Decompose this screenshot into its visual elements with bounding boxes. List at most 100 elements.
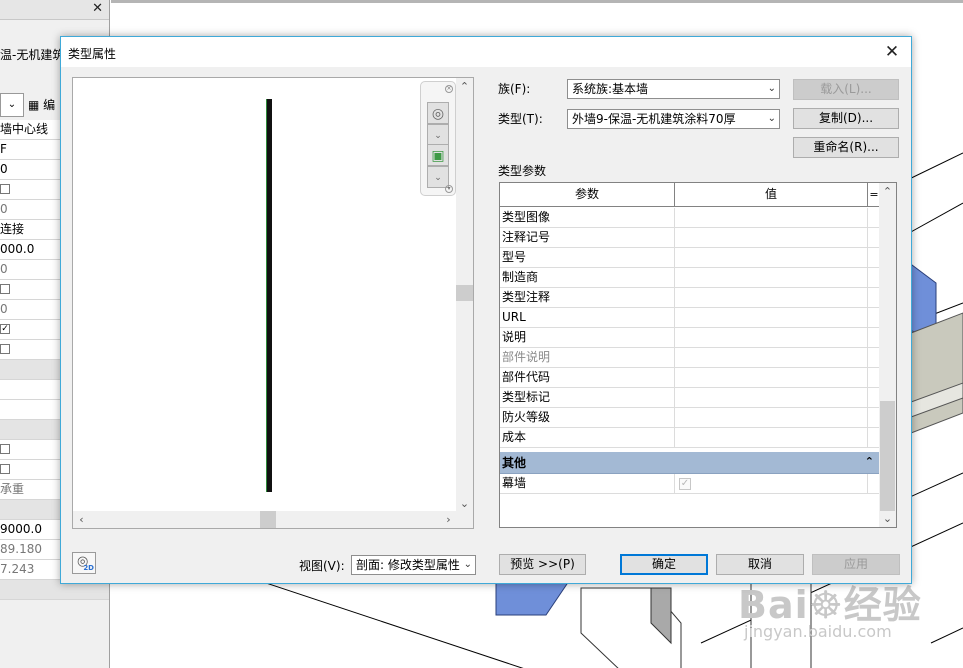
view-select[interactable]: 剖面: 修改类型属性 ⌄ — [351, 555, 476, 575]
scroll-down-icon[interactable]: ⌄ — [456, 495, 473, 512]
type-parameters-table: 参数 值 = 类型图像 注释记号 型号 制造商 类型注释 URL 说明 部件说明 部件代码 类型标… — [499, 182, 897, 528]
type-select[interactable]: 外墙9-保温-无机建筑涂料70厚 ⌄ — [567, 109, 780, 129]
table-row[interactable]: 成本 — [500, 428, 880, 448]
parameter-value-field[interactable] — [675, 308, 868, 328]
parameter-name: 注释记号 — [500, 228, 675, 248]
watermark-url: jingyan.baidu.com — [744, 622, 892, 641]
preview-horizontal-scrollbar[interactable]: ‹ › — [73, 511, 457, 528]
column-header-parameter[interactable]: 参数 — [500, 183, 675, 207]
parameter-value-field[interactable] — [675, 228, 868, 248]
edit-type-icon: ▦ — [28, 98, 40, 112]
checkbox[interactable] — [0, 183, 10, 194]
properties-row-value: 000.0 — [0, 242, 35, 256]
table-row[interactable]: URL — [500, 308, 880, 328]
parameter-name: 部件代码 — [500, 368, 675, 388]
table-row[interactable]: 幕墙 ✓ — [500, 474, 880, 494]
table-row[interactable]: 注释记号 — [500, 228, 880, 248]
scroll-thumb[interactable] — [880, 401, 895, 511]
load-button[interactable]: 载入(L)... — [793, 79, 899, 100]
watermark-brand: Bai — [738, 583, 809, 627]
parameter-value-field[interactable] — [675, 208, 868, 228]
properties-row-value: 89.180 — [0, 542, 42, 556]
checkbox[interactable] — [0, 463, 10, 474]
parameter-name: 说明 — [500, 328, 675, 348]
table-row[interactable]: 部件说明 — [500, 348, 880, 368]
zoom-region-icon[interactable]: ▣ — [427, 144, 449, 166]
steering-wheel-2d-icon[interactable]: ◎ 2D — [72, 552, 96, 574]
parameter-value-field[interactable] — [675, 388, 868, 408]
chevron-down-icon: ⌄ — [767, 83, 776, 94]
table-row[interactable]: 部件代码 — [500, 368, 880, 388]
scroll-right-icon[interactable]: › — [440, 511, 457, 528]
properties-type-selector-chevron-icon[interactable]: ⌄ — [0, 93, 24, 117]
dialog-titlebar[interactable]: 类型属性 ✕ — [61, 37, 911, 67]
properties-row-value: 7.243 — [0, 562, 35, 576]
column-header-value[interactable]: 值 — [675, 183, 868, 207]
table-row[interactable]: 说明 — [500, 328, 880, 348]
parameter-value-field[interactable] — [675, 408, 868, 428]
properties-row-value: 0 — [0, 202, 8, 216]
parameter-value-field[interactable] — [675, 368, 868, 388]
parameter-name: 类型注释 — [500, 288, 675, 308]
duplicate-button[interactable]: 复制(D)... — [793, 108, 899, 129]
steering-wheel-2d-icon[interactable]: ◎ — [427, 102, 449, 124]
scroll-up-icon[interactable]: ⌃ — [456, 78, 473, 95]
nav-bar-close-icon[interactable]: × — [445, 85, 453, 93]
family-select[interactable]: 系统族:基本墙 ⌄ — [567, 79, 780, 99]
parameter-value-field[interactable] — [675, 428, 868, 448]
table-header: 参数 值 = — [500, 183, 880, 207]
table-row[interactable]: 制造商 — [500, 268, 880, 288]
table-vertical-scrollbar[interactable]: ⌃ ⌄ — [879, 183, 896, 527]
table-body: 类型图像 注释记号 型号 制造商 类型注释 URL 说明 部件说明 部件代码 类型标记 防火等级 成本… — [500, 208, 880, 494]
chevron-down-icon[interactable]: ⌄ — [427, 166, 449, 188]
parameter-value-field[interactable] — [675, 288, 868, 308]
preview-vertical-scrollbar[interactable]: ⌃ ⌄ — [456, 78, 473, 512]
parameter-value-field[interactable] — [675, 328, 868, 348]
table-row[interactable]: 类型图像 — [500, 208, 880, 228]
table-row[interactable]: 类型注释 — [500, 288, 880, 308]
curtain-wall-checkbox[interactable]: ✓ — [679, 478, 691, 490]
preview-button[interactable]: 预览 >>(P) — [499, 554, 586, 575]
family-label: 族(F): — [498, 82, 531, 96]
parameter-value-field[interactable] — [675, 248, 868, 268]
group-header-other[interactable]: 其他 ⌃ — [500, 452, 880, 474]
nav-bar-options-icon[interactable]: ▾ — [445, 185, 453, 193]
parameter-name: 型号 — [500, 248, 675, 268]
table-row[interactable]: 型号 — [500, 248, 880, 268]
properties-close-icon[interactable]: ✕ — [92, 1, 103, 16]
properties-row-value: 连接 — [0, 222, 25, 236]
scroll-up-icon[interactable]: ⌃ — [879, 183, 896, 200]
checkbox[interactable] — [0, 443, 10, 454]
collapse-icon[interactable]: ⌃ — [865, 452, 874, 472]
rename-button[interactable]: 重命名(R)... — [793, 137, 899, 158]
preview-pane[interactable]: × ◎ ⌄ ▣ ⌄ ▾ ⌃ ⌄ ‹ › — [72, 77, 474, 529]
parameter-name: 制造商 — [500, 268, 675, 288]
type-label: 类型(T): — [498, 112, 543, 126]
chevron-down-icon: ⌄ — [463, 559, 472, 570]
table-row[interactable]: 类型标记 — [500, 388, 880, 408]
parameter-name: 幕墙 — [500, 474, 675, 494]
checkbox[interactable] — [0, 283, 10, 294]
scroll-left-icon[interactable]: ‹ — [73, 511, 90, 528]
scroll-thumb[interactable] — [260, 511, 276, 528]
scroll-thumb[interactable] — [456, 285, 473, 301]
view-label: 视图(V): — [299, 559, 345, 573]
watermark-brand-tail: 经验 — [843, 583, 922, 627]
dialog-close-icon[interactable]: ✕ — [881, 41, 903, 63]
scroll-down-icon[interactable]: ⌄ — [879, 510, 896, 527]
ok-button[interactable]: 确定 — [620, 554, 708, 575]
parameter-value-field[interactable] — [675, 268, 868, 288]
checkbox[interactable] — [0, 323, 10, 334]
edit-type-button[interactable]: ▦ 编 — [28, 96, 55, 113]
properties-row-value: 墙中心线 — [0, 122, 49, 136]
cancel-button[interactable]: 取消 — [716, 554, 804, 575]
parameter-value-field[interactable]: ✓ — [675, 474, 868, 494]
table-row[interactable]: 防火等级 — [500, 408, 880, 428]
checkbox[interactable] — [0, 343, 10, 354]
parameter-value-field[interactable] — [675, 348, 868, 368]
parameter-name: 成本 — [500, 428, 675, 448]
apply-button[interactable]: 应用 — [812, 554, 900, 575]
parameter-name: 类型图像 — [500, 208, 675, 228]
chevron-down-icon[interactable]: ⌄ — [427, 124, 449, 146]
dialog-title: 类型属性 — [68, 47, 117, 61]
